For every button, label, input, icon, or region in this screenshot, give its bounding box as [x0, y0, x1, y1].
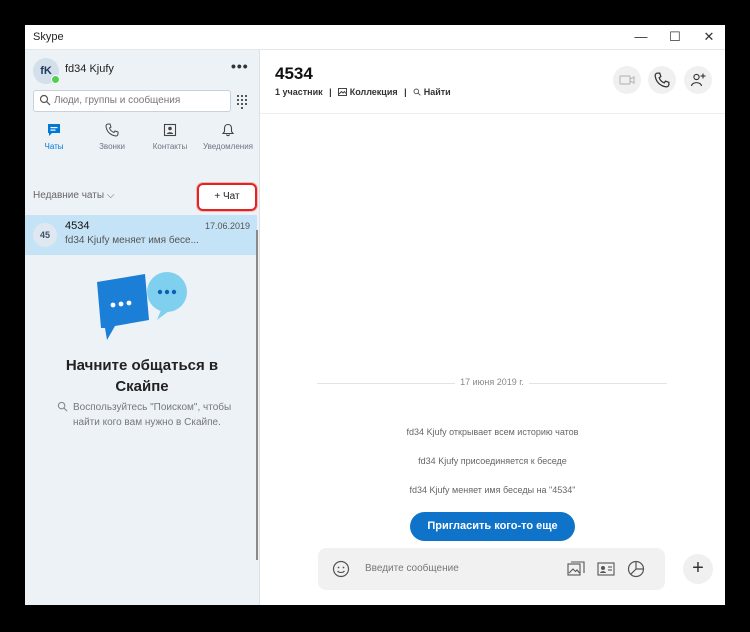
add-person-icon [690, 73, 706, 87]
chat-name: 4534 [65, 220, 90, 232]
search-input[interactable]: Люди, группы и сообщения [33, 90, 231, 112]
tab-calls[interactable]: Звонки [83, 118, 141, 156]
list-item[interactable]: 45 4534 17.06.2019 fd34 Kjufy меняет имя… [25, 215, 257, 255]
chat-bubbles-illustration [97, 272, 187, 340]
chat-icon [48, 124, 60, 136]
minimize-button[interactable]: — [625, 25, 657, 49]
tab-contacts-label: Контакты [152, 142, 188, 151]
conversation-subheader: 1 участник | Коллекция | Найти [275, 87, 455, 97]
online-status-icon [51, 75, 60, 84]
conversation-title[interactable]: 4534 [275, 64, 313, 84]
date-divider-label: 17 июня 2019 г. [455, 377, 529, 387]
tab-chats-label: Чаты [44, 142, 64, 151]
dialpad-icon [237, 95, 247, 109]
phone-icon [654, 72, 670, 88]
system-message: fd34 Kjufy присоединяется к беседе [418, 456, 567, 466]
gallery-icon [338, 88, 348, 96]
message-input[interactable]: Введите сообщение [365, 563, 459, 574]
nav-tabs: Чаты Звонки Контакты Уведомления [25, 118, 259, 156]
title-bar: Skype — ☐ ✕ [25, 25, 725, 50]
find-link[interactable]: Найти [424, 87, 451, 97]
close-button[interactable]: ✕ [693, 25, 725, 49]
profile-header[interactable]: fK fd34 Kjufy ••• [25, 50, 259, 86]
add-content-button[interactable]: + [683, 554, 713, 584]
chat-date: 17.06.2019 [205, 221, 251, 231]
sidebar: fK fd34 Kjufy ••• Люди, группы и сообщен… [25, 50, 260, 605]
recent-chats-label: Недавние чаты [33, 190, 105, 201]
chat-preview: fd34 Kjufy меняет имя бесе... [65, 235, 199, 246]
separator: | [329, 87, 332, 97]
empty-state-title-line1: Начните общаться в [65, 357, 219, 374]
new-chat-button[interactable]: + Чат [197, 183, 257, 211]
search-icon [57, 401, 68, 412]
empty-state-description: Воспользуйтесь "Поиском", чтобы найти ко… [73, 402, 232, 428]
recent-chats-dropdown[interactable]: Недавние чаты ⌵ [33, 190, 114, 201]
profile-name[interactable]: fd34 Kjufy [65, 63, 114, 75]
chevron-down-icon: ⌵ [106, 190, 115, 201]
phone-icon [105, 123, 119, 137]
contacts-icon [163, 123, 177, 137]
chat-avatar: 45 [33, 223, 57, 247]
tab-chats[interactable]: Чаты [25, 118, 83, 156]
dialpad-button[interactable] [231, 90, 253, 112]
more-options-button[interactable]: ••• [231, 58, 249, 74]
conversation-panel: 4534 1 участник | Коллекция | Найти 17 и… [260, 50, 725, 605]
separator: | [404, 87, 407, 97]
video-camera-icon [619, 75, 635, 85]
maximize-button[interactable]: ☐ [659, 25, 691, 49]
video-call-button[interactable] [613, 66, 641, 94]
participants-link[interactable]: 1 участник [275, 87, 323, 97]
search-icon [413, 88, 421, 96]
search-placeholder: Люди, группы и сообщения [54, 95, 181, 106]
header-divider [260, 113, 725, 114]
bell-icon [221, 123, 235, 137]
collection-link[interactable]: Коллекция [350, 87, 398, 97]
poll-icon[interactable] [627, 560, 645, 578]
system-message: fd34 Kjufy открывает всем историю чатов [406, 427, 579, 437]
invite-someone-button[interactable]: Пригласить кого-то еще [410, 512, 575, 541]
tab-notifications-label: Уведомления [202, 142, 254, 151]
system-message: fd34 Kjufy меняет имя беседы на "4534" [409, 485, 576, 495]
emoji-icon[interactable] [332, 560, 350, 578]
empty-state-title-line2: Скайпе [115, 378, 169, 395]
add-people-button[interactable] [684, 66, 712, 94]
avatar-initials: fK [40, 65, 52, 77]
window-title: Skype [33, 31, 64, 43]
contact-card-icon[interactable] [597, 561, 615, 577]
recent-chats-header: Недавние чаты ⌵ + Чат [25, 180, 259, 214]
tab-calls-label: Звонки [99, 142, 125, 151]
skype-window: Skype — ☐ ✕ fK fd34 Kjufy ••• Люди, груп… [25, 25, 725, 605]
search-icon [39, 94, 51, 106]
audio-call-button[interactable] [648, 66, 676, 94]
message-composer[interactable]: Введите сообщение [318, 548, 665, 590]
empty-state-title: Начните общаться в Скайпе [25, 355, 259, 397]
tab-notifications[interactable]: Уведомления [199, 118, 257, 156]
avatar[interactable]: fK [33, 58, 60, 84]
media-gallery-icon[interactable] [567, 561, 585, 577]
tab-contacts[interactable]: Контакты [141, 118, 199, 156]
